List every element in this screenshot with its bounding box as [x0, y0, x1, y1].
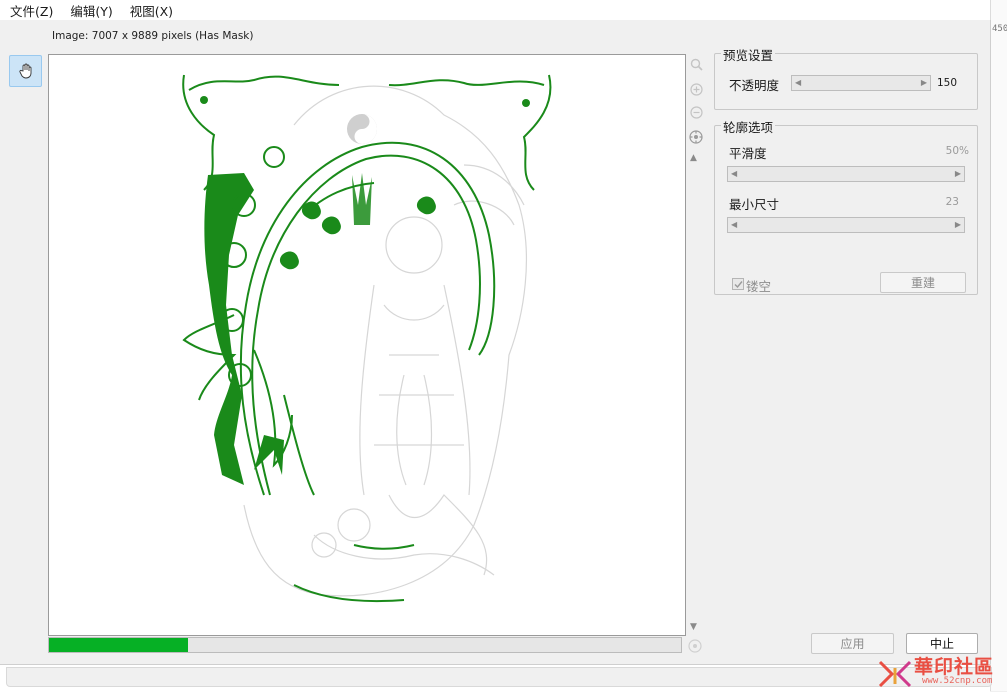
contour-options-group: 轮廓选项 平滑度 50% ◀ ▶ 最小尺寸 23 ◀ ▶ 镂空 重建 — [714, 117, 978, 295]
smoothness-slider[interactable]: ◀ ▶ — [727, 166, 965, 182]
hollow-label: 镂空 — [746, 279, 772, 294]
slider-right-arrow-icon[interactable]: ▶ — [955, 169, 961, 179]
rebuild-button[interactable]: 重建 — [880, 272, 966, 293]
min-size-label: 最小尺寸 — [729, 197, 780, 212]
background-ruler-strip: 450 — [990, 0, 1007, 691]
preview-canvas[interactable] — [48, 54, 686, 636]
zoom-in-icon[interactable] — [688, 81, 704, 97]
min-size-value: 23 — [945, 196, 959, 208]
slider-right-arrow-icon[interactable]: ▶ — [955, 220, 961, 230]
vertical-scrollbar[interactable]: ▲ ▼ — [687, 150, 703, 636]
refresh-icon[interactable] — [688, 639, 702, 653]
checkmark-icon — [734, 280, 743, 288]
watermark-url: www.52cnp.com — [922, 676, 993, 686]
contour-options-title: 轮廓选项 — [721, 117, 776, 136]
slider-right-arrow-icon[interactable]: ▶ — [921, 78, 927, 88]
smoothness-label: 平滑度 — [729, 146, 767, 161]
watermark-logo-icon — [878, 660, 912, 688]
menu-view[interactable]: 视图(X) — [120, 1, 180, 20]
ruler-value: 450 — [992, 24, 1007, 34]
hand-tool-button[interactable] — [9, 55, 42, 87]
zoom-out-icon[interactable] — [688, 104, 704, 120]
image-info-label: Image: 7007 x 9889 pixels (Has Mask) — [52, 30, 254, 42]
menu-edit[interactable]: 编辑(Y) — [60, 1, 119, 20]
scroll-up-icon[interactable]: ▲ — [690, 153, 697, 163]
magnifier-icon[interactable] — [688, 56, 704, 72]
trace-dialog: Image: 7007 x 9889 pixels (Has Mask) ▲ ▼… — [0, 20, 991, 664]
bottom-bar — [0, 664, 992, 692]
slider-left-arrow-icon[interactable]: ◀ — [731, 169, 737, 179]
min-size-slider[interactable]: ◀ ▶ — [727, 217, 965, 233]
opacity-label: 不透明度 — [729, 78, 780, 93]
bottom-bar-inner — [6, 667, 992, 687]
menu-bar: 文件(Z) 编辑(Y) 视图(X) — [0, 0, 990, 20]
opacity-value: 150 — [936, 77, 957, 89]
progress-fill — [49, 638, 189, 652]
smoothness-value: 50% — [945, 145, 969, 157]
preview-settings-group: 预览设置 不透明度 ◀ ▶ 150 — [714, 45, 978, 110]
watermark-text: 華印社區 — [914, 656, 995, 678]
hollow-checkbox[interactable] — [732, 278, 744, 290]
yin-yang-symbol — [347, 114, 377, 144]
slider-left-arrow-icon[interactable]: ◀ — [731, 220, 737, 230]
preview-settings-title: 预览设置 — [721, 45, 776, 64]
progress-bar — [48, 637, 682, 653]
scroll-down-icon[interactable]: ▼ — [690, 622, 697, 632]
fit-view-icon[interactable] — [688, 129, 704, 145]
slider-left-arrow-icon[interactable]: ◀ — [795, 78, 801, 88]
site-watermark: 華印社區 www.52cnp.com — [878, 650, 998, 690]
traced-artwork-preview — [182, 74, 552, 603]
hand-icon — [18, 63, 31, 79]
opacity-slider[interactable]: ◀ ▶ — [791, 75, 931, 91]
menu-file[interactable]: 文件(Z) — [0, 1, 60, 20]
